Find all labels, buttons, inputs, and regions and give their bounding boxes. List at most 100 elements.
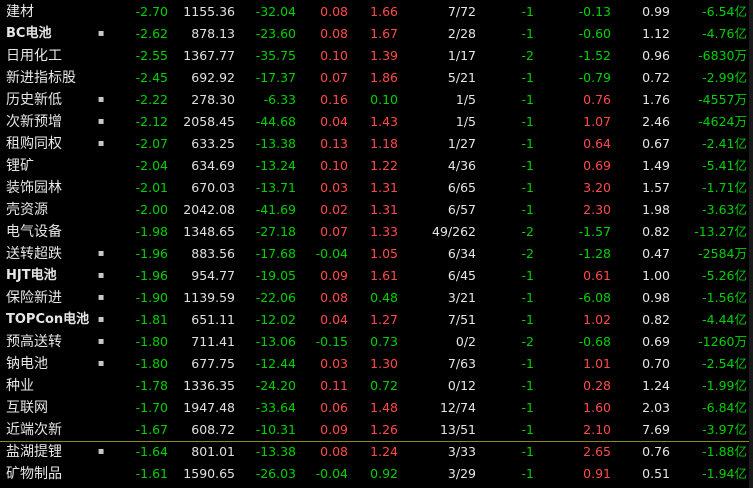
net-inflow: -1.88亿 [702,444,747,459]
change-amount: -33.64 [255,400,296,415]
rise-fall-count: 7/63 [447,356,476,371]
rise-fall-count: 6/45 [447,268,476,283]
net-inflow: -4.44亿 [702,312,747,327]
consecutive-days: -2 [521,224,534,239]
table-row[interactable]: 预高送转 ▪ -1.80 711.41 -13.06 -0.15 0.73 0/2 -2 -0.6… [0,331,753,353]
consecutive-days: -1 [521,70,534,85]
value-col-8: 0.76 [583,92,611,107]
change-percent: -1.67 [135,422,168,437]
volume-ratio: 1.31 [370,202,398,217]
table-row[interactable]: 保险新进 ▪ -1.90 1139.59 -22.06 0.08 0.48 3/21 -1 -6.… [0,287,753,309]
turnover: 0.82 [642,312,670,327]
change-amount: -19.05 [255,268,296,283]
square-marker-icon [96,155,106,177]
change-amount: -35.75 [255,48,296,63]
table-row[interactable]: 壳资源 -2.00 2042.08 -41.69 0.02 1.31 6/57 -1 2.30 1… [0,199,753,221]
rise-fall-count: 3/21 [447,290,476,305]
speed: -0.15 [315,334,348,349]
change-percent: -2.55 [135,48,168,63]
vertical-scrollbar[interactable] [749,0,753,488]
table-row[interactable]: 钠电池 ▪ -1.80 677.75 -12.44 0.03 1.30 7/63 -1 1.01 0… [0,353,753,375]
table-row[interactable]: 近端次新 -1.67 608.72 -10.31 0.09 1.26 13/51 -1 2.10… [0,419,753,442]
index-price: 2042.08 [183,202,235,217]
table-row[interactable]: 历史新低 ▪ -2.22 278.30 -6.33 0.16 0.10 1/5 -1 0.76 1.… [0,89,753,111]
value-col-8: 2.10 [583,422,611,437]
turnover: 1.00 [642,268,670,283]
change-amount: -17.68 [255,246,296,261]
square-marker-icon [96,221,106,243]
rise-fall-count: 1/17 [447,48,476,63]
speed: 0.08 [320,290,348,305]
volume-ratio: 1.18 [370,136,398,151]
net-inflow: -1.71亿 [702,180,747,195]
consecutive-days: -1 [521,422,534,437]
table-row[interactable]: 日用化工 -2.55 1367.77 -35.75 0.10 1.39 1/17 -2 -1.5… [0,45,753,67]
table-row[interactable]: 装饰园林 -2.01 670.03 -13.71 0.03 1.31 6/65 -1 3.20 1… [0,177,753,199]
speed: 0.02 [320,202,348,217]
consecutive-days: -1 [521,290,534,305]
index-price: 633.25 [191,136,235,151]
consecutive-days: -1 [521,92,534,107]
value-col-8: 1.02 [583,312,611,327]
table-row[interactable]: 盐湖提锂 ▪ -1.64 801.01 -13.38 0.08 1.24 3/33 -1 2.65… [0,441,753,463]
rise-fall-count: 2/28 [447,26,476,41]
turnover: 0.51 [642,466,670,481]
table-row[interactable]: 电气设备 -1.98 1348.65 -27.18 0.07 1.33 49/262 -2 -1… [0,221,753,243]
change-amount: -12.44 [255,356,296,371]
turnover: 0.98 [642,290,670,305]
value-col-8: -1.57 [578,224,611,239]
sector-name: 电气设备 [6,224,62,240]
table-row[interactable]: 互联网 -1.70 1947.48 -33.64 0.06 1.48 12/74 -1 1.60… [0,397,753,419]
table-row[interactable]: TOPCon电池 ▪ -1.81 651.11 -12.02 0.04 1.27 7/51 -1… [0,309,753,331]
speed: 0.08 [320,4,348,19]
table-row[interactable]: 次新预增 ▪ -2.12 2058.45 -44.68 0.04 1.43 1/5 -1 1.07… [0,111,753,133]
table-row[interactable]: 送转超跌 ▪ -1.96 883.56 -17.68 -0.04 1.05 6/34 -2 -1.… [0,243,753,265]
consecutive-days: -2 [521,246,534,261]
value-col-8: 0.61 [583,268,611,283]
table-row[interactable]: BC电池 ▪ -2.62 878.13 -23.60 0.08 1.67 2/28 -1 -0.6… [0,23,753,45]
table-row[interactable]: 锂矿 -2.04 634.69 -13.24 0.10 1.22 4/36 -1 0.69 1.4… [0,155,753,177]
volume-ratio: 1.67 [370,26,398,41]
volume-ratio: 1.05 [370,246,398,261]
rise-fall-count: 7/72 [447,4,476,19]
table-row[interactable]: 种业 -1.78 1336.35 -24.20 0.11 0.72 0/12 -1 0.28 1.… [0,375,753,397]
square-marker-icon: ▪ [97,248,105,259]
turnover: 2.46 [642,114,670,129]
volume-ratio: 0.10 [370,92,398,107]
net-inflow: -2.54亿 [702,356,747,371]
value-col-8: 1.07 [583,114,611,129]
consecutive-days: -1 [521,180,534,195]
change-amount: -6.33 [263,92,296,107]
index-price: 954.77 [191,268,235,283]
speed: 0.04 [320,114,348,129]
index-price: 651.11 [191,312,235,327]
value-col-8: -0.68 [578,334,611,349]
value-col-8: 0.28 [583,378,611,393]
rise-fall-count: 49/262 [432,224,476,239]
speed: 0.08 [320,444,348,459]
table-row[interactable]: HJT电池 ▪ -1.96 954.77 -19.05 0.09 1.61 6/45 -1 0.6… [0,265,753,287]
sector-name: 近端次新 [6,422,62,438]
change-amount: -26.03 [255,466,296,481]
change-percent: -2.45 [135,70,168,85]
value-col-8: -6.08 [578,290,611,305]
table-row[interactable]: 建材 -2.70 1155.36 -32.04 0.08 1.66 7/72 -1 -0.13 0… [0,1,753,23]
value-col-8: 2.30 [583,202,611,217]
table-row[interactable]: 新进指标股 -2.45 692.92 -17.37 0.07 1.86 5/21 -1 -0.7… [0,67,753,89]
sector-name: 预高送转 [6,334,62,350]
square-marker-icon: ▪ [97,358,105,369]
turnover: 1.57 [642,180,670,195]
volume-ratio: 1.30 [370,356,398,371]
volume-ratio: 1.43 [370,114,398,129]
square-marker-icon [96,463,106,485]
change-percent: -2.12 [135,114,168,129]
sector-quote-table: 建材 -2.70 1155.36 -32.04 0.08 1.66 7/72 -1 -0.13 0… [0,0,753,488]
change-percent: -1.64 [135,444,168,459]
net-inflow: -2.99亿 [702,70,747,85]
rise-fall-count: 6/34 [447,246,476,261]
table-row[interactable]: 矿物制品 -1.61 1590.65 -26.03 -0.04 0.92 3/29 -1 0.9… [0,463,753,485]
consecutive-days: -1 [521,378,534,393]
table-row[interactable]: 租购同权 ▪ -2.07 633.25 -13.38 0.13 1.18 1/27 -1 0.64… [0,133,753,155]
index-price: 1367.77 [183,48,235,63]
turnover: 1.24 [642,378,670,393]
